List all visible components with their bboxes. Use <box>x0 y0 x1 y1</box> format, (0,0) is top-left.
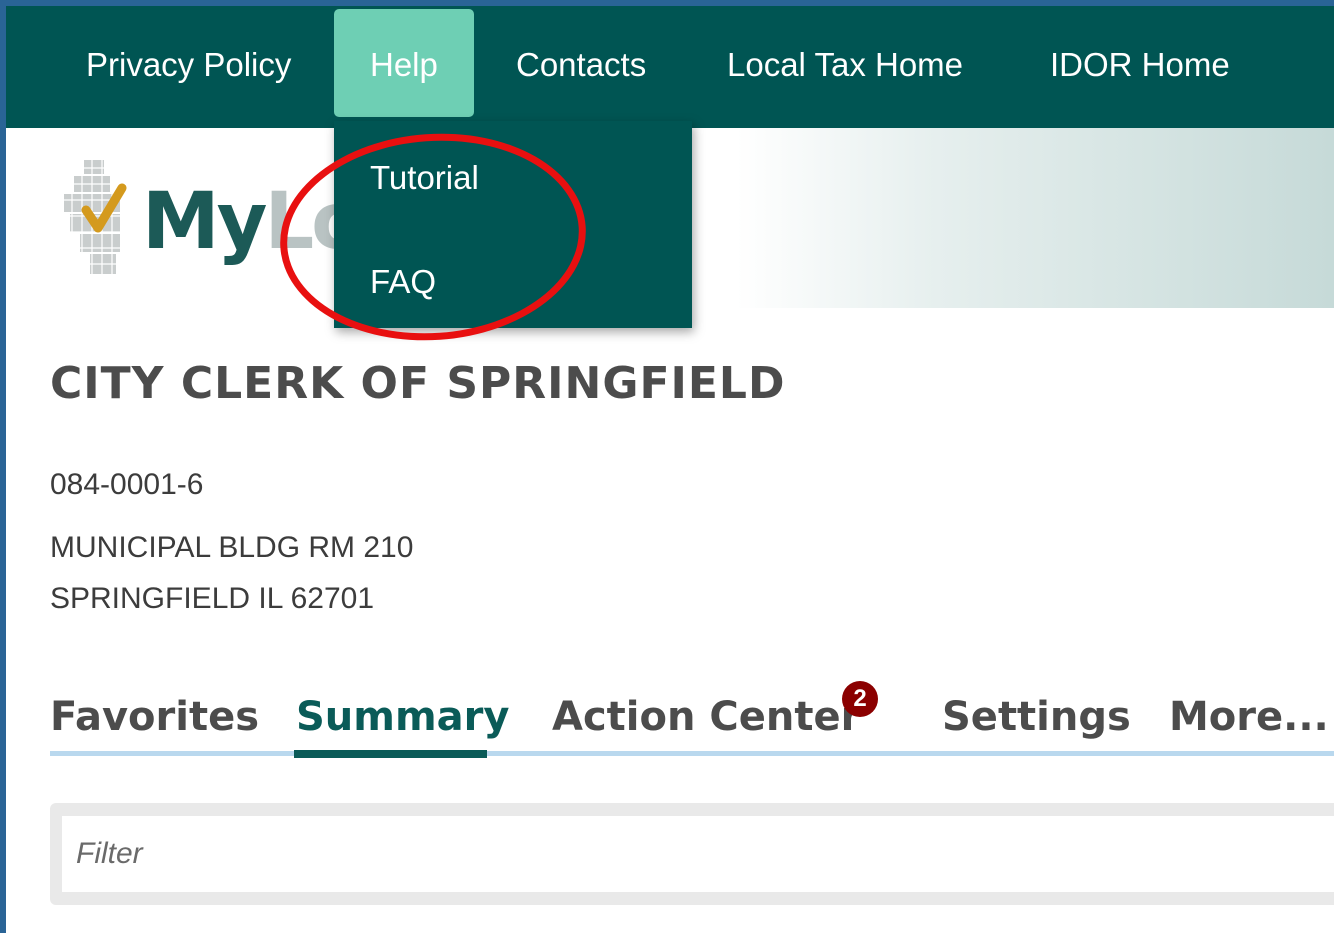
nav-help[interactable]: Help <box>334 9 474 117</box>
account-id: 084-0001-6 <box>50 468 204 501</box>
active-tab-indicator <box>294 750 487 758</box>
nav-idor-home[interactable]: IDOR Home <box>1050 9 1230 117</box>
help-dropdown-menu: Tutorial FAQ <box>334 121 692 328</box>
page: Privacy Policy Help Contacts Local Tax H… <box>6 6 1334 933</box>
tab-more[interactable]: More... <box>1169 694 1329 740</box>
tab-summary[interactable]: Summary <box>296 694 509 740</box>
logo-text: MyLo <box>142 177 365 267</box>
tab-action-center[interactable]: Action Center <box>552 694 860 740</box>
filter-input[interactable] <box>62 816 1334 892</box>
tabs-divider <box>50 751 1334 756</box>
nav-contacts[interactable]: Contacts <box>516 9 646 117</box>
address-line2: SPRINGFIELD IL 62701 <box>50 582 375 615</box>
menu-item-tutorial[interactable]: Tutorial <box>370 159 479 197</box>
tab-favorites[interactable]: Favorites <box>50 694 259 740</box>
menu-item-faq[interactable]: FAQ <box>370 263 436 301</box>
notification-badge: 2 <box>842 681 878 717</box>
nav-local-tax-home[interactable]: Local Tax Home <box>727 9 963 117</box>
top-nav: Privacy Policy Help Contacts Local Tax H… <box>6 6 1334 128</box>
nav-privacy-policy[interactable]: Privacy Policy <box>86 9 291 117</box>
address-line1: MUNICIPAL BLDG RM 210 <box>50 531 414 564</box>
page-title: CITY CLERK OF SPRINGFIELD <box>50 358 786 409</box>
tab-settings[interactable]: Settings <box>942 694 1131 740</box>
